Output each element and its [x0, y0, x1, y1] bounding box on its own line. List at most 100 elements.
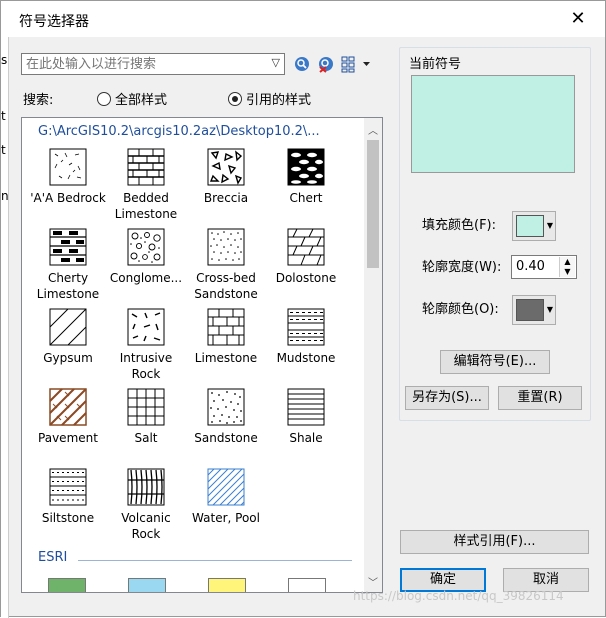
intrusive-rock-pattern-icon: [127, 308, 165, 346]
symbol-item[interactable]: Conglome...: [106, 228, 186, 286]
symbol-label: Dolostone: [275, 271, 337, 285]
salt-pattern-icon: [127, 388, 165, 426]
search-combobox[interactable]: ▽: [21, 53, 285, 75]
symbol-item[interactable]: Water, Pool: [186, 468, 266, 526]
mudstone-pattern-icon: [287, 308, 325, 346]
symbol-item[interactable]: Gypsum: [28, 308, 108, 366]
outline-color-swatch: [516, 299, 544, 321]
symbol-item[interactable]: Volcanic Rock: [106, 468, 186, 542]
radio-label: 全部样式: [115, 93, 168, 108]
outline-color-label: 轮廓颜色(O):: [422, 302, 499, 317]
search-icon[interactable]: [293, 55, 311, 73]
symbol-label: Intrusive Rock: [119, 351, 173, 381]
scroll-up-icon[interactable]: ︿: [368, 122, 378, 137]
symbol-item[interactable]: Limestone: [186, 308, 266, 366]
symbol-item[interactable]: Intrusive Rock: [106, 308, 186, 382]
symbol-item[interactable]: 'A'A Bedrock: [28, 148, 108, 206]
background-fragment: t: [1, 109, 6, 123]
symbol-item[interactable]: Breccia: [186, 148, 266, 206]
symbol-item[interactable]: Cherty Limestone: [28, 228, 108, 302]
spin-down-icon[interactable]: ▼: [560, 267, 575, 277]
symbol-item[interactable]: Sandstone: [186, 388, 266, 446]
search-input[interactable]: [22, 54, 262, 74]
chert-pattern-icon: [287, 148, 325, 186]
outline-width-spinner[interactable]: ▲▼: [511, 255, 577, 279]
symbol-label: Limestone: [194, 351, 258, 365]
dolostone-pattern-icon: [287, 228, 325, 266]
group-divider: [78, 560, 352, 561]
radio-label: 引用的样式: [246, 93, 312, 108]
close-icon[interactable]: ✕: [565, 7, 591, 31]
symbol-label: Siltstone: [41, 511, 95, 525]
symbol-label: Mudstone: [276, 351, 336, 365]
symbol-item[interactable]: Bedded Limestone: [106, 148, 186, 222]
symbol-item[interactable]: Cross-bed Sandstone: [186, 228, 266, 302]
background-window-strip: s t t n: [1, 37, 9, 618]
style-path-header[interactable]: G:\ArcGIS10.2\arcgis10.2az\Desktop10.2\.…: [38, 124, 320, 139]
symbol-label: Water, Pool: [192, 511, 260, 525]
spin-up-icon[interactable]: ▲: [560, 257, 575, 267]
clear-search-icon[interactable]: [317, 55, 335, 73]
symbol-label: Bedded Limestone: [114, 191, 178, 221]
siltstone-pattern-icon: [49, 468, 87, 506]
style-references-button[interactable]: 样式引用(F)...: [400, 530, 589, 554]
spinner-buttons[interactable]: ▲ ▼: [559, 257, 575, 277]
cross-bed-sandstone-pattern-icon: [207, 228, 245, 266]
edit-symbol-button[interactable]: 编辑符号(E)...: [440, 350, 550, 374]
dropdown-arrow-icon: ▼: [546, 221, 553, 230]
view-options-icon[interactable]: [341, 55, 371, 73]
window-title: 符号选择器: [19, 14, 89, 30]
reset-button[interactable]: 重置(R): [498, 386, 582, 410]
symbol-item[interactable]: Dolostone: [266, 228, 346, 286]
conglomerate-pattern-icon: [127, 228, 165, 266]
esri-group-header[interactable]: ESRI: [38, 550, 67, 565]
symbol-label: Salt: [134, 431, 158, 445]
esri-swatch-blue[interactable]: [128, 578, 166, 592]
symbol-label: Sandstone: [194, 431, 258, 445]
symbol-item[interactable]: Shale: [266, 388, 346, 446]
esri-swatch-yellow[interactable]: [208, 578, 246, 592]
volcanic-rock-pattern-icon: [127, 468, 165, 506]
symbol-item[interactable]: Chert: [266, 148, 346, 206]
esri-swatch-white[interactable]: [288, 578, 326, 592]
symbol-item[interactable]: Pavement: [28, 388, 108, 446]
search-scope-label: 搜索:: [23, 93, 54, 108]
radio-button[interactable]: [97, 91, 111, 106]
symbol-item[interactable]: Siltstone: [28, 468, 108, 526]
radio-referenced-styles[interactable]: 引用的样式: [228, 89, 311, 108]
symbol-list-scrollbar[interactable]: ︿ ﹀: [364, 118, 382, 592]
outline-width-input[interactable]: [512, 256, 556, 276]
sandstone-pattern-icon: [207, 388, 245, 426]
symbol-item[interactable]: Mudstone: [266, 308, 346, 366]
symbol-label: Pavement: [38, 431, 98, 445]
scroll-down-icon[interactable]: ﹀: [368, 574, 378, 589]
fill-color-swatch: [516, 215, 544, 237]
symbol-item[interactable]: Salt: [106, 388, 186, 446]
outline-color-button[interactable]: ▼: [512, 295, 556, 325]
symbol-label: Volcanic Rock: [121, 511, 171, 541]
background-fragment: n: [1, 189, 9, 203]
symbol-label: 'A'A Bedrock: [30, 191, 106, 205]
bedrock-pattern-icon: [49, 148, 87, 186]
current-symbol-title: 当前符号: [407, 53, 464, 72]
save-as-button[interactable]: 另存为(S)...: [405, 386, 489, 410]
background-fragment: s: [1, 53, 8, 67]
radio-all-styles[interactable]: 全部样式: [97, 89, 167, 108]
symbol-label: Cherty Limestone: [36, 271, 100, 301]
gypsum-pattern-icon: [49, 308, 87, 346]
symbol-list[interactable]: G:\ArcGIS10.2\arcgis10.2az\Desktop10.2\.…: [21, 117, 383, 593]
symbol-selector-window: 符号选择器 ✕ s t t n ▽ 搜索: 全部样式 引用的样式 G:\ArcG…: [0, 0, 606, 618]
water-pool-pattern-icon: [207, 468, 245, 506]
watermark-text: https://blog.csdn.net/qq_39826114: [353, 589, 564, 603]
chevron-down-icon[interactable]: ▽: [272, 56, 280, 69]
fill-color-button[interactable]: ▼: [512, 211, 556, 241]
fill-color-label: 填充颜色(F):: [422, 218, 497, 233]
background-fragment: t: [1, 143, 6, 157]
scrollbar-thumb[interactable]: [367, 140, 379, 268]
symbol-preview: [411, 75, 575, 173]
esri-swatch-green[interactable]: [48, 578, 86, 592]
symbol-label: Cross-bed Sandstone: [194, 271, 258, 301]
radio-button-selected[interactable]: [228, 91, 242, 106]
breccia-pattern-icon: [207, 148, 245, 186]
pavement-pattern-icon: [49, 388, 87, 426]
